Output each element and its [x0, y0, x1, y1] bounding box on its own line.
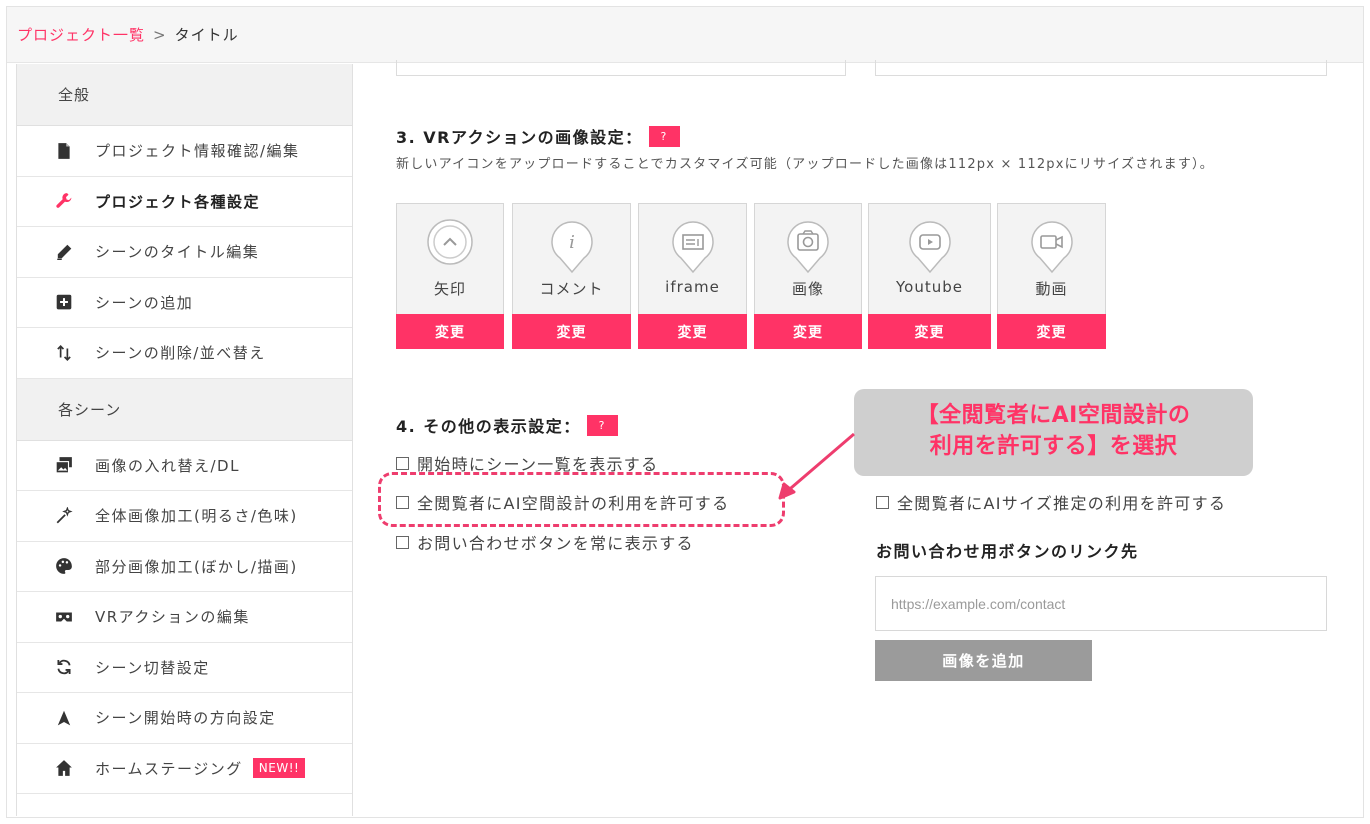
wrench-icon — [53, 190, 75, 212]
play-icon — [908, 221, 951, 274]
sidebar-item-label: プロジェクト情報確認/編集 — [95, 142, 300, 161]
icon-card-youtube: Youtube 変更 — [868, 203, 991, 349]
iframe-icon — [671, 221, 714, 274]
sidebar-item-add-scene[interactable]: シーンの追加 — [17, 278, 352, 328]
change-button[interactable]: 変更 — [754, 314, 862, 349]
sidebar-item-home-staging[interactable]: ホームステージング NEW!! — [17, 744, 352, 794]
section3-title: 3. VRアクションの画像設定： ? — [396, 124, 680, 148]
change-button[interactable]: 変更 — [638, 314, 747, 349]
document-icon — [53, 140, 75, 162]
checkbox-allow-ai-size-estimate[interactable]: 全閲覧者にAIサイズ推定の利用を許可する — [876, 490, 1226, 514]
change-button[interactable]: 変更 — [512, 314, 631, 349]
contact-link-label: お問い合わせ用ボタンのリンク先 — [876, 542, 1139, 561]
new-badge: NEW!! — [252, 758, 306, 779]
annotation-callout: 【全閲覧者にAI空間設計の 利用を許可する】を選択 — [854, 389, 1253, 476]
callout-line-1: 【全閲覧者にAI空間設計の — [916, 403, 1191, 428]
icon-card-label: 動画 — [1035, 280, 1068, 298]
checkbox-box[interactable] — [396, 456, 409, 470]
icon-card-iframe: iframe 変更 — [638, 203, 747, 349]
section3-title-text: 3. VRアクションの画像設定： — [396, 128, 643, 147]
sidebar-item-label: ホームステージング — [95, 759, 243, 778]
breadcrumb-current: タイトル — [174, 26, 239, 44]
change-button[interactable]: 変更 — [997, 314, 1106, 349]
icon-card-image: 画像 変更 — [754, 203, 862, 349]
checkbox-box[interactable] — [876, 495, 889, 509]
icon-card-comment: i コメント 変更 — [512, 203, 631, 349]
sidebar-item-label: 全体画像加工(明るさ/色味) — [95, 507, 298, 526]
sidebar-section-scenes: 各シーン — [17, 378, 352, 441]
sidebar-item-label: シーン開始時の方向設定 — [95, 709, 276, 728]
checkbox-always-show-contact[interactable]: お問い合わせボタンを常に表示する — [396, 530, 694, 554]
sidebar-item-replace-image[interactable]: 画像の入れ替え/DL — [17, 441, 352, 491]
checkbox-label: 全閲覧者にAIサイズ推定の利用を許可する — [897, 494, 1227, 513]
sidebar-item-whole-image-edit[interactable]: 全体画像加工(明るさ/色味) — [17, 491, 352, 542]
magic-wand-icon — [53, 505, 75, 527]
sidebar-item-partial-image-edit[interactable]: 部分画像加工(ぼかし/描画) — [17, 542, 352, 592]
contact-url-input[interactable] — [875, 576, 1327, 631]
plus-square-icon — [53, 291, 75, 313]
icon-card-arrow: 矢印 変更 — [396, 203, 504, 349]
vr-goggles-icon — [53, 606, 75, 628]
refresh-icon — [53, 656, 75, 678]
icon-card-label: 画像 — [791, 280, 824, 298]
sidebar-item-label: シーン切替設定 — [95, 658, 210, 677]
pencil-icon — [53, 241, 75, 263]
icon-card-label: 矢印 — [433, 280, 466, 298]
images-icon — [53, 454, 75, 476]
sort-icon — [53, 342, 75, 364]
sidebar-item-vr-action[interactable]: VRアクションの編集 — [17, 592, 352, 643]
sidebar-item-project-settings[interactable]: プロジェクト各種設定 — [17, 177, 352, 227]
previous-field-left[interactable] — [396, 60, 846, 76]
sidebar-item-label: 部分画像加工(ぼかし/描画) — [95, 557, 298, 576]
callout-line-2: 利用を許可する】を選択 — [929, 434, 1178, 459]
breadcrumb-separator: > — [153, 25, 167, 44]
sidebar-item-label: プロジェクト各種設定 — [95, 192, 261, 211]
checkbox-label: お問い合わせボタンを常に表示する — [417, 534, 694, 553]
sidebar-section-general: 全般 — [17, 64, 352, 126]
main-content: 3. VRアクションの画像設定： ? 新しいアイコンをアップロードすることでカス… — [354, 60, 1363, 816]
sidebar-item-label: VRアクションの編集 — [95, 608, 250, 627]
add-image-button[interactable]: 画像を追加 — [875, 640, 1092, 681]
info-icon: i — [550, 221, 593, 274]
sidebar-item-label: シーンのタイトル編集 — [95, 243, 260, 262]
home-icon — [53, 757, 75, 779]
section4-title-text: 4. その他の表示設定： — [396, 417, 581, 436]
sidebar-item-label: シーンの削除/並べ替え — [95, 344, 266, 363]
breadcrumb: プロジェクト一覧 > タイトル — [7, 7, 1363, 63]
section3-description: 新しいアイコンをアップロードすることでカスタマイズ可能（アップロードした画像は1… — [396, 157, 1214, 172]
chevron-up-icon — [427, 219, 473, 265]
sidebar-item-start-direction[interactable]: シーン開始時の方向設定 — [17, 693, 352, 744]
sidebar-item-scene-switch[interactable]: シーン切替設定 — [17, 643, 352, 693]
sidebar-item-delete-sort[interactable]: シーンの削除/並べ替え — [17, 328, 352, 379]
camera-icon — [787, 221, 829, 274]
help-badge[interactable]: ? — [648, 125, 680, 147]
previous-field-right[interactable] — [875, 60, 1327, 76]
sidebar: 全般 プロジェクト情報確認/編集 プロジェクト各種設定 シーンのタイトル編集 シ… — [16, 64, 353, 816]
change-button[interactable]: 変更 — [396, 314, 504, 349]
sidebar-item-scene-title[interactable]: シーンのタイトル編集 — [17, 227, 352, 278]
navigation-arrow-icon — [53, 707, 75, 729]
icon-card-label: Youtube — [896, 278, 963, 296]
highlight-dashed-box — [378, 472, 785, 527]
sidebar-item-label: 画像の入れ替え/DL — [95, 456, 240, 475]
change-button[interactable]: 変更 — [868, 314, 991, 349]
video-icon — [1030, 221, 1073, 274]
icon-card-video: 動画 変更 — [997, 203, 1106, 349]
checkbox-box[interactable] — [396, 535, 409, 549]
sidebar-item-project-info[interactable]: プロジェクト情報確認/編集 — [17, 126, 352, 177]
help-badge[interactable]: ? — [586, 414, 618, 436]
icon-card-label: iframe — [665, 278, 720, 296]
breadcrumb-project-list-link[interactable]: プロジェクト一覧 — [17, 24, 145, 45]
sidebar-item-label: シーンの追加 — [95, 293, 194, 312]
section4-title: 4. その他の表示設定： ? — [396, 413, 618, 437]
icon-card-label: コメント — [539, 280, 604, 298]
palette-icon — [53, 555, 75, 577]
svg-text:i: i — [569, 232, 575, 253]
